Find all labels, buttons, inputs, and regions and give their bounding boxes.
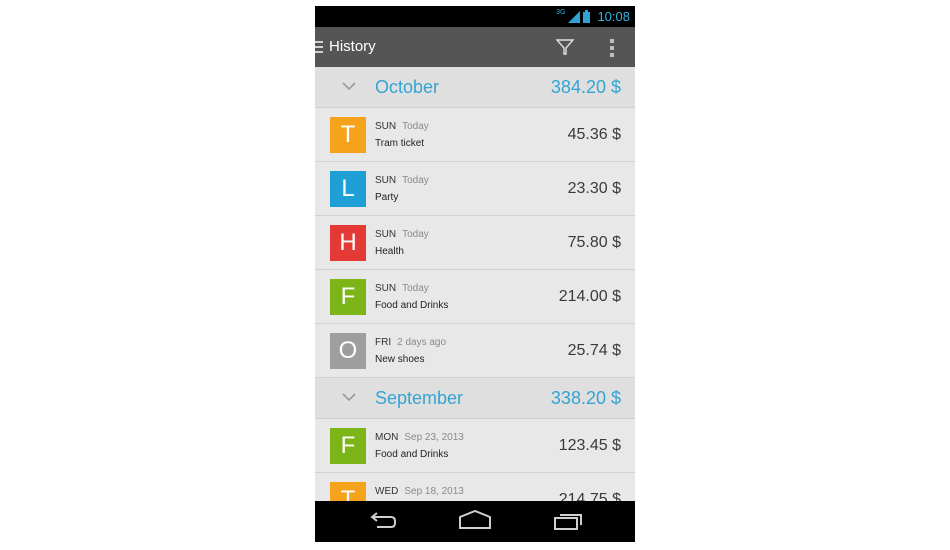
item-when: 2 days ago [397, 337, 447, 348]
month-name: October [375, 77, 440, 97]
category-tile: T [330, 117, 366, 153]
item-description: Health [375, 246, 404, 257]
phone-screen: 3G 10:08 History October 384.20 $ T SUN T… [315, 6, 635, 542]
item-amount: 45.36 $ [567, 126, 621, 143]
category-tile: T [330, 482, 366, 501]
network-type: 3G [556, 9, 566, 16]
navigation-bar [315, 501, 635, 542]
item-amount: 75.80 $ [567, 234, 621, 251]
filter-icon[interactable] [555, 37, 575, 57]
clock: 10:08 [597, 9, 630, 24]
category-tile: F [330, 428, 366, 464]
history-list[interactable]: October 384.20 $ T SUN Today Tram ticket … [315, 67, 635, 501]
list-item[interactable]: F SUN Today Food and Drinks 214.00 $ [315, 270, 635, 324]
item-description: Tram ticket [375, 138, 425, 149]
hamburger-icon[interactable] [315, 41, 323, 56]
item-day: SUN [375, 175, 397, 186]
battery-icon [583, 10, 591, 23]
item-amount: 25.74 $ [567, 342, 621, 359]
recents-icon[interactable] [552, 509, 586, 533]
list-item[interactable]: L SUN Today Party 23.30 $ [315, 162, 635, 216]
list-item[interactable]: O FRI 2 days ago New shoes 25.74 $ [315, 324, 635, 378]
item-day: SUN [375, 283, 397, 294]
page-title[interactable]: History [329, 38, 376, 55]
item-day: WED [375, 486, 399, 497]
action-bar: History [315, 27, 635, 67]
chevron-down-icon[interactable] [342, 392, 356, 402]
item-when: Today [402, 175, 429, 186]
item-amount: 214.00 $ [558, 288, 621, 305]
back-icon[interactable] [365, 509, 399, 533]
month-name: September [375, 388, 464, 408]
item-when: Sep 23, 2013 [404, 432, 464, 443]
list-item[interactable]: H SUN Today Health 75.80 $ [315, 216, 635, 270]
home-icon[interactable] [458, 509, 492, 533]
category-tile: F [330, 279, 366, 315]
category-tile: O [330, 333, 366, 369]
item-when: Sep 18, 2013 [404, 486, 464, 497]
list-item[interactable]: F MON Sep 23, 2013 Food and Drinks 123.45… [315, 419, 635, 473]
item-description: Party [375, 192, 399, 203]
item-amount: 23.30 $ [567, 180, 621, 197]
item-day: FRI [375, 337, 392, 348]
category-tile: H [330, 225, 366, 261]
item-when: Today [402, 121, 429, 132]
item-amount: 123.45 $ [558, 437, 621, 454]
item-description: Food and Drinks [375, 449, 449, 460]
category-tile: L [330, 171, 366, 207]
item-when: Today [402, 229, 429, 240]
month-total: 384.20 $ [550, 77, 621, 97]
item-amount: 214.75 $ [558, 491, 621, 501]
item-day: SUN [375, 121, 397, 132]
signal-icon [568, 10, 581, 23]
item-when: Today [402, 283, 429, 294]
item-description: Food and Drinks [375, 300, 449, 311]
item-description: New shoes [375, 354, 425, 365]
list-item[interactable]: T WED Sep 18, 2013 214.75 $ [315, 473, 635, 501]
item-day: SUN [375, 229, 397, 240]
status-bar: 3G 10:08 [315, 6, 635, 27]
overflow-icon[interactable] [610, 39, 614, 60]
item-day: MON [375, 432, 399, 443]
chevron-down-icon[interactable] [342, 81, 356, 91]
month-header[interactable]: September 338.20 $ [315, 378, 635, 419]
month-header[interactable]: October 384.20 $ [315, 67, 635, 108]
list-item[interactable]: T SUN Today Tram ticket 45.36 $ [315, 108, 635, 162]
month-total: 338.20 $ [550, 388, 621, 408]
